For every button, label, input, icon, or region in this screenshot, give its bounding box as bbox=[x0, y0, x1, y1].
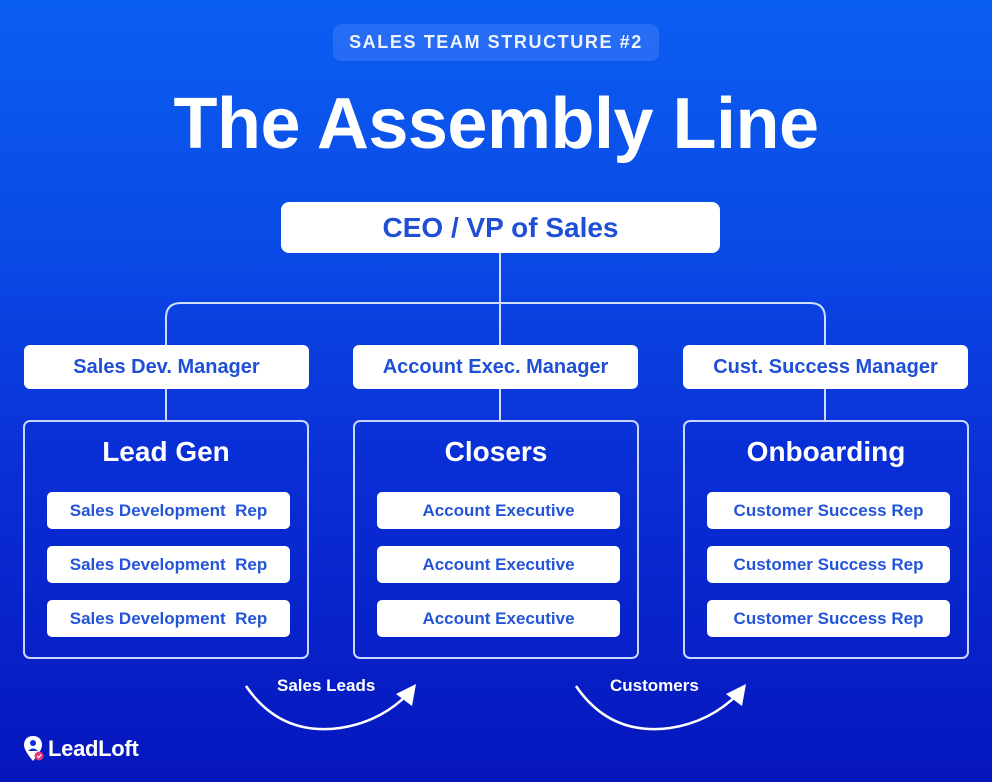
org-connector-lines bbox=[165, 253, 826, 421]
connector-branch bbox=[165, 302, 826, 345]
team-member: Sales Development Rep bbox=[47, 600, 290, 637]
team-member: Sales Development Rep bbox=[47, 546, 290, 583]
map-pin-user-icon bbox=[24, 736, 44, 761]
team-member: Sales Development Rep bbox=[47, 492, 290, 529]
manager-box-cust-success: Cust. Success Manager bbox=[683, 345, 968, 389]
manager-box-account-exec: Account Exec. Manager bbox=[353, 345, 638, 389]
team-member: Customer Success Rep bbox=[707, 492, 950, 529]
team-member: Account Executive bbox=[377, 492, 620, 529]
flow-label-customers: Customers bbox=[610, 676, 699, 695]
team-panel-closers: Closers Account Executive Account Execut… bbox=[353, 420, 639, 659]
team-panel-onboarding: Onboarding Customer Success Rep Customer… bbox=[683, 420, 969, 659]
team-member: Customer Success Rep bbox=[707, 546, 950, 583]
manager-box-sales-dev: Sales Dev. Manager bbox=[24, 345, 309, 389]
team-member: Customer Success Rep bbox=[707, 600, 950, 637]
team-panel-lead-gen: Lead Gen Sales Development Rep Sales Dev… bbox=[23, 420, 309, 659]
team-member: Account Executive bbox=[377, 600, 620, 637]
flow-label-sales-leads: Sales Leads bbox=[277, 676, 376, 695]
team-member: Account Executive bbox=[377, 546, 620, 583]
team-title: Lead Gen bbox=[102, 436, 230, 467]
team-title: Onboarding bbox=[746, 436, 906, 467]
brand-logo: LeadLoft bbox=[22, 734, 139, 764]
ceo-box: CEO / VP of Sales bbox=[281, 202, 720, 253]
team-title: Closers bbox=[444, 436, 548, 467]
brand-name: LeadLoft bbox=[48, 736, 139, 761]
